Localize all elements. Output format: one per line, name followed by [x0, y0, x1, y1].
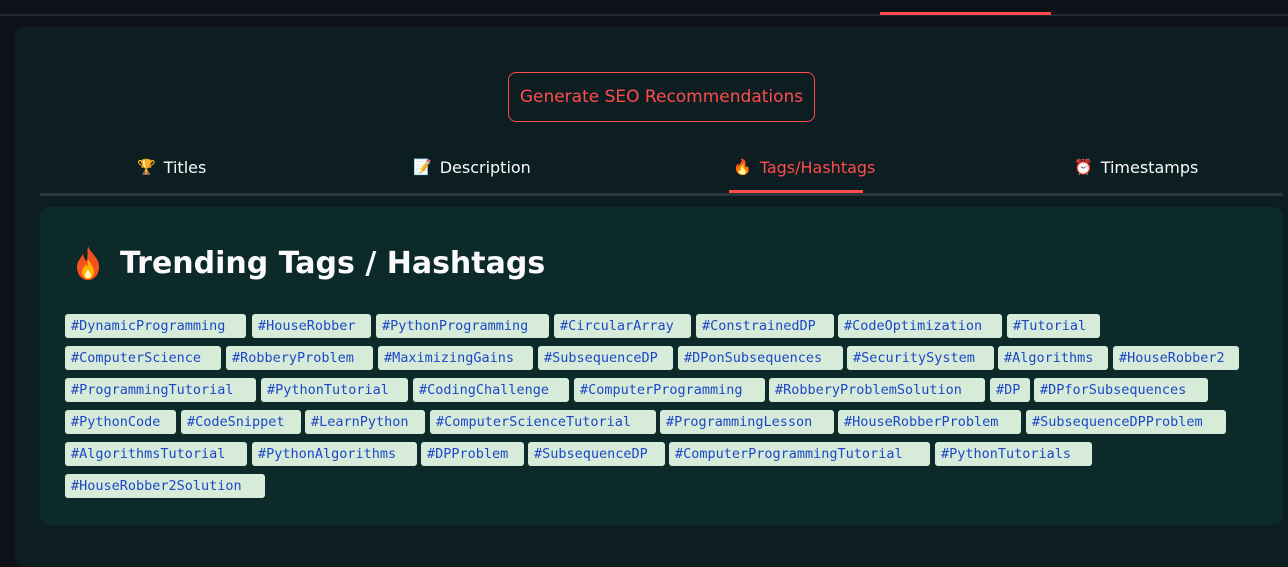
tag-chip[interactable]: #SubsequenceDP	[538, 346, 673, 370]
tag-chip[interactable]: #RobberyProblem	[226, 346, 373, 370]
tag-chip[interactable]: #DPforSubsequences	[1034, 378, 1208, 402]
tab-timestamps[interactable]: ⏰ Timestamps	[1074, 145, 1198, 190]
top-tab-strip	[0, 0, 1288, 16]
fire-icon	[72, 245, 104, 281]
tag-chip[interactable]: #HouseRobberProblem	[838, 410, 1021, 434]
tag-chip[interactable]: #ComputerScience	[65, 346, 221, 370]
tag-chip[interactable]: #PythonCode	[65, 410, 176, 434]
tag-chip[interactable]: #ComputerProgrammingTutorial	[669, 442, 930, 466]
tab-label: Tags/Hashtags	[759, 158, 876, 177]
memo-icon: 📝	[413, 158, 432, 176]
alarm-clock-icon: ⏰	[1074, 158, 1093, 176]
tag-chip[interactable]: #CodingChallenge	[413, 378, 569, 402]
tag-chip[interactable]: #PythonTutorial	[261, 378, 408, 402]
tag-chip[interactable]: #PythonAlgorithms	[252, 442, 417, 466]
tag-chip[interactable]: #HouseRobber2Solution	[65, 474, 265, 498]
tag-chip[interactable]: #DPProblem	[421, 442, 524, 466]
tab-label: Timestamps	[1100, 158, 1199, 177]
tag-chip[interactable]: #DP	[990, 378, 1030, 402]
card-heading: Trending Tags / Hashtags	[72, 245, 545, 281]
tag-chip[interactable]: #DynamicProgramming	[65, 314, 246, 338]
tag-chip[interactable]: #AlgorithmsTutorial	[65, 442, 247, 466]
tab-label: Description	[439, 158, 531, 177]
tag-chip[interactable]: #CodeOptimization	[838, 314, 1002, 338]
trophy-icon: 🏆	[137, 158, 156, 176]
card-heading-text: Trending Tags / Hashtags	[120, 245, 546, 281]
tab-bar: 🏆 Titles 📝 Description 🔥 Tags/Hashtags ⏰…	[40, 145, 1283, 196]
tag-chip[interactable]: #SubsequenceDP	[528, 442, 665, 466]
tag-chip[interactable]: #ProgrammingLesson	[660, 410, 834, 434]
active-tab-underline	[729, 190, 863, 193]
tag-chip[interactable]: #DPonSubsequences	[678, 346, 843, 370]
tab-tags-hashtags[interactable]: 🔥 Tags/Hashtags	[733, 145, 875, 190]
tag-chip[interactable]: #ProgrammingTutorial	[65, 378, 256, 402]
tag-chip[interactable]: #MaximizingGains	[378, 346, 533, 370]
generate-seo-button[interactable]: Generate SEO Recommendations	[508, 72, 815, 122]
tag-chip[interactable]: #HouseRobber	[252, 314, 371, 338]
tag-chip[interactable]: #PythonTutorials	[935, 442, 1092, 466]
tag-chip[interactable]: #RobberyProblemSolution	[769, 378, 985, 402]
tag-chip[interactable]: #ConstrainedDP	[696, 314, 834, 338]
tag-chip[interactable]: #HouseRobber2	[1113, 346, 1239, 370]
tag-chip[interactable]: #PythonProgramming	[376, 314, 549, 338]
fire-icon: 🔥	[733, 158, 752, 176]
tag-chip[interactable]: #CircularArray	[554, 314, 691, 338]
tag-chip[interactable]: #ComputerScienceTutorial	[430, 410, 656, 434]
tags-card: Trending Tags / Hashtags #DynamicProgram…	[40, 207, 1283, 525]
tag-chip[interactable]: #SubsequenceDPProblem	[1026, 410, 1226, 434]
tag-chip[interactable]: #ComputerProgramming	[574, 378, 765, 402]
tag-chip[interactable]: #Tutorial	[1007, 314, 1100, 338]
tab-titles[interactable]: 🏆 Titles	[137, 145, 206, 190]
tag-chip[interactable]: #CodeSnippet	[181, 410, 301, 434]
top-tab-active-indicator	[880, 12, 1051, 15]
tab-label: Titles	[163, 158, 207, 177]
tag-chip[interactable]: #Algorithms	[998, 346, 1108, 370]
tag-chip[interactable]: #LearnPython	[305, 410, 425, 434]
tag-chip[interactable]: #SecuritySystem	[847, 346, 994, 370]
tab-description[interactable]: 📝 Description	[413, 145, 531, 190]
